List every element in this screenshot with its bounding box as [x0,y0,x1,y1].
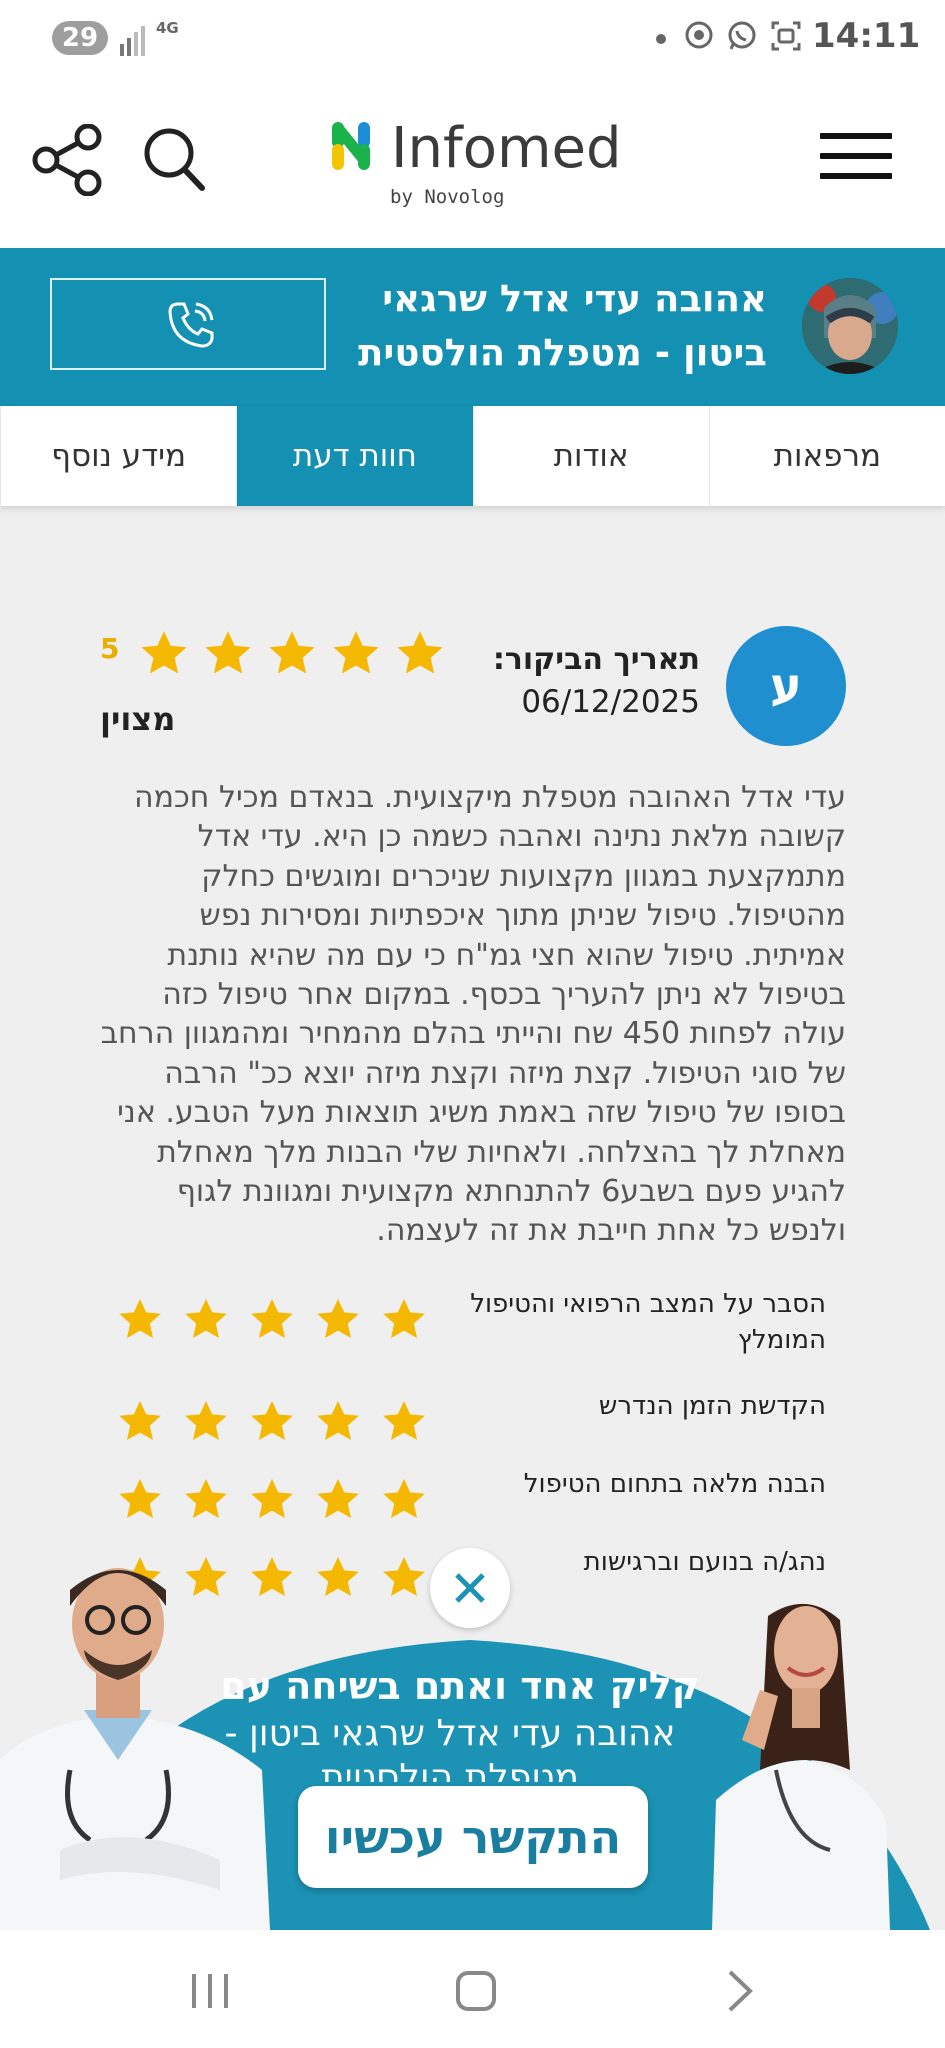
phone-icon [168,302,214,348]
therapist-banner: אהובה עדי אדל שרגאי ביטון - מטפלת הולסטי… [0,248,945,406]
notification-dot-icon [656,34,666,44]
star-icon [251,1479,293,1518]
screenshot-icon [771,21,801,51]
criterion-label: הקדשת הזמן הנדרש [598,1391,826,1421]
tab-clinics[interactable]: מרפאות [708,406,945,506]
criterion-stars [116,1296,428,1344]
criterion-stars [116,1476,428,1524]
star-icon [119,1479,161,1518]
reviewer-avatar: ע [726,626,846,746]
therapist-avatar[interactable] [802,278,898,374]
review-text: עדי אדל האהובה מטפלת מיקצועית. בנאדם מכי… [100,780,846,1249]
promo-title: קליק אחד ואתם בשיחה עם [220,1664,700,1708]
criterion-label: הבנה מלאה בתחום הטיפול [523,1469,826,1499]
star-icon [119,1401,161,1440]
star-icon [333,631,379,674]
star-icon [251,1299,293,1338]
profile-tabs: מידע נוסף חוות דעת אודות מרפאות [0,406,945,506]
share-icon[interactable] [32,124,104,196]
recent-apps-icon[interactable] [192,1974,228,2008]
tab-more-info[interactable]: מידע נוסף [0,406,236,506]
infomed-logo-mark-icon [332,122,370,170]
infomed-logo[interactable]: Infomed by Novolog [328,116,628,212]
visit-date-label: תאריך הביקור: [492,642,700,677]
star-icon [185,1479,227,1518]
rating-word: מצוין [100,700,176,738]
criterion-time: הקדשת הזמן הנדרש [110,1388,846,1458]
search-icon[interactable] [142,126,206,192]
promo-subtitle: אהובה עדי אדל שרגאי ביטון - מטפלת הולסטי… [224,1713,676,1782]
star-icon [383,1479,425,1518]
star-icon [141,631,187,674]
star-icon [397,631,443,674]
visit-date: 06/12/2025 [521,684,700,720]
star-icon [119,1299,161,1338]
criterion-label: הסבר על המצב הרפואי והטיפול המומלץ [470,1289,826,1355]
star-icon [185,1299,227,1338]
star-icon [383,1299,425,1338]
tab-reviews[interactable]: חוות דעת [236,406,473,506]
page: 29 4G 14:11 Infomed by Novolog אהובה עדי… [0,0,945,2048]
star-icon [317,1479,359,1518]
star-icon [269,631,315,674]
overall-rating-stars [138,628,446,680]
therapist-name: אהובה עדי אדל שרגאי ביטון - מטפלת הולסטי… [358,277,767,374]
hamburger-menu-icon[interactable] [820,133,892,193]
system-navigation-bar [0,1930,945,2048]
chrome-icon [685,21,713,49]
clock: 14:11 [812,16,921,56]
close-icon[interactable] [430,1548,510,1628]
criterion-stars [116,1398,428,1446]
star-icon [317,1299,359,1338]
star-icon [205,631,251,674]
star-icon [185,1401,227,1440]
back-icon[interactable] [724,1968,754,2014]
logo-text: Infomed [391,116,622,181]
star-icon [317,1401,359,1440]
star-icon [251,1401,293,1440]
network-type: 4G [156,19,179,37]
call-button[interactable] [50,278,326,370]
home-icon[interactable] [456,1971,496,2011]
status-icons [684,20,802,52]
tab-about[interactable]: אודות [472,406,709,506]
whatsapp-icon [728,21,756,50]
call-now-button[interactable]: התקשר עכשיו [298,1786,648,1888]
site-header: Infomed by Novolog [0,76,945,248]
criterion-explanation: הסבר על המצב הרפואי והטיפול המומלץ [110,1286,846,1356]
notification-count-badge: 29 [52,21,108,55]
signal-icon [120,22,145,56]
rating-number: 5 [100,632,120,665]
star-icon [383,1401,425,1440]
status-bar: 29 4G 14:11 [0,0,945,76]
logo-subtext: by Novolog [390,186,505,208]
